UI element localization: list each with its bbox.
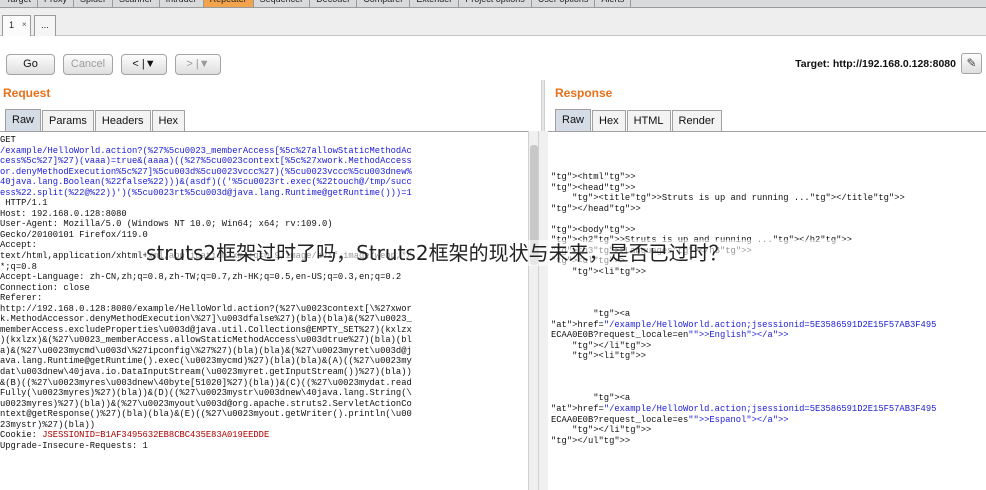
tool-tab-spider[interactable]: Spider — [74, 0, 114, 7]
request-tab-headers[interactable]: Headers — [94, 110, 151, 131]
tool-tab-project-options[interactable]: Project options — [459, 0, 532, 7]
close-icon[interactable]: × — [22, 16, 27, 34]
tool-tab-alerts[interactable]: Alerts — [595, 0, 632, 7]
tool-tab-repeater[interactable]: Repeater — [203, 0, 254, 7]
request-tab-raw[interactable]: Raw — [5, 109, 42, 131]
tool-tab-scanner[interactable]: Scanner — [113, 0, 160, 7]
response-title: Response — [555, 86, 613, 100]
request-text[interactable]: GET /example/HelloWorld.action?(%27%5cu0… — [0, 135, 412, 451]
tool-tab-comparer[interactable]: Comparer — [357, 0, 411, 7]
pencil-icon: ✎ — [966, 56, 977, 70]
tool-tab-extender[interactable]: Extender — [410, 0, 460, 7]
tool-tab-decoder[interactable]: Decoder — [310, 0, 358, 7]
repeater-tabs-bar: 1 × ... — [0, 8, 986, 36]
tool-tab-intruder[interactable]: Intruder — [160, 0, 204, 7]
tool-tab-user-options[interactable]: User options — [532, 0, 596, 7]
response-view-tabs: Raw Hex HTML Render — [555, 109, 723, 131]
cancel-button[interactable]: Cancel — [63, 54, 113, 75]
request-tab-hex[interactable]: Hex — [151, 110, 186, 131]
edit-target-button[interactable]: ✎ — [961, 53, 982, 74]
back-button[interactable]: < |▼ — [121, 54, 167, 75]
request-view-tabs: Raw Params Headers Hex — [5, 109, 186, 131]
target-label: Target: http://192.168.0.128:8080 — [795, 58, 956, 70]
request-editor[interactable]: GET /example/HelloWorld.action?(%27%5cu0… — [0, 131, 528, 490]
response-tab-raw[interactable]: Raw — [555, 109, 592, 131]
forward-button[interactable]: > |▼ — [175, 54, 221, 75]
response-tab-hex[interactable]: Hex — [592, 110, 626, 131]
tool-tab-proxy[interactable]: Proxy — [38, 0, 75, 7]
tool-tabs-bar: TargetProxySpiderScannerIntruderRepeater… — [0, 0, 986, 8]
response-text[interactable]: "tg"><html"tg">> "tg"><head"tg">> "tg"><… — [551, 172, 936, 446]
overlay-caption: struts2框架过时了吗，Struts2框架的现状与未来，是否已过时？ — [146, 240, 866, 266]
response-tab-html[interactable]: HTML — [626, 110, 671, 131]
repeater-tab-label: 1 — [9, 20, 15, 30]
repeater-tab-1[interactable]: 1 × — [2, 15, 31, 36]
repeater-tab-new[interactable]: ... — [34, 15, 56, 36]
response-tab-render[interactable]: Render — [671, 110, 722, 131]
tool-tab-sequencer[interactable]: Sequencer — [254, 0, 311, 7]
go-button[interactable]: Go — [6, 54, 55, 75]
response-editor[interactable]: "tg"><html"tg">> "tg"><head"tg">> "tg"><… — [548, 131, 986, 490]
tool-tab-target[interactable]: Target — [0, 0, 39, 7]
request-tab-params[interactable]: Params — [42, 110, 94, 131]
request-title: Request — [3, 86, 51, 100]
